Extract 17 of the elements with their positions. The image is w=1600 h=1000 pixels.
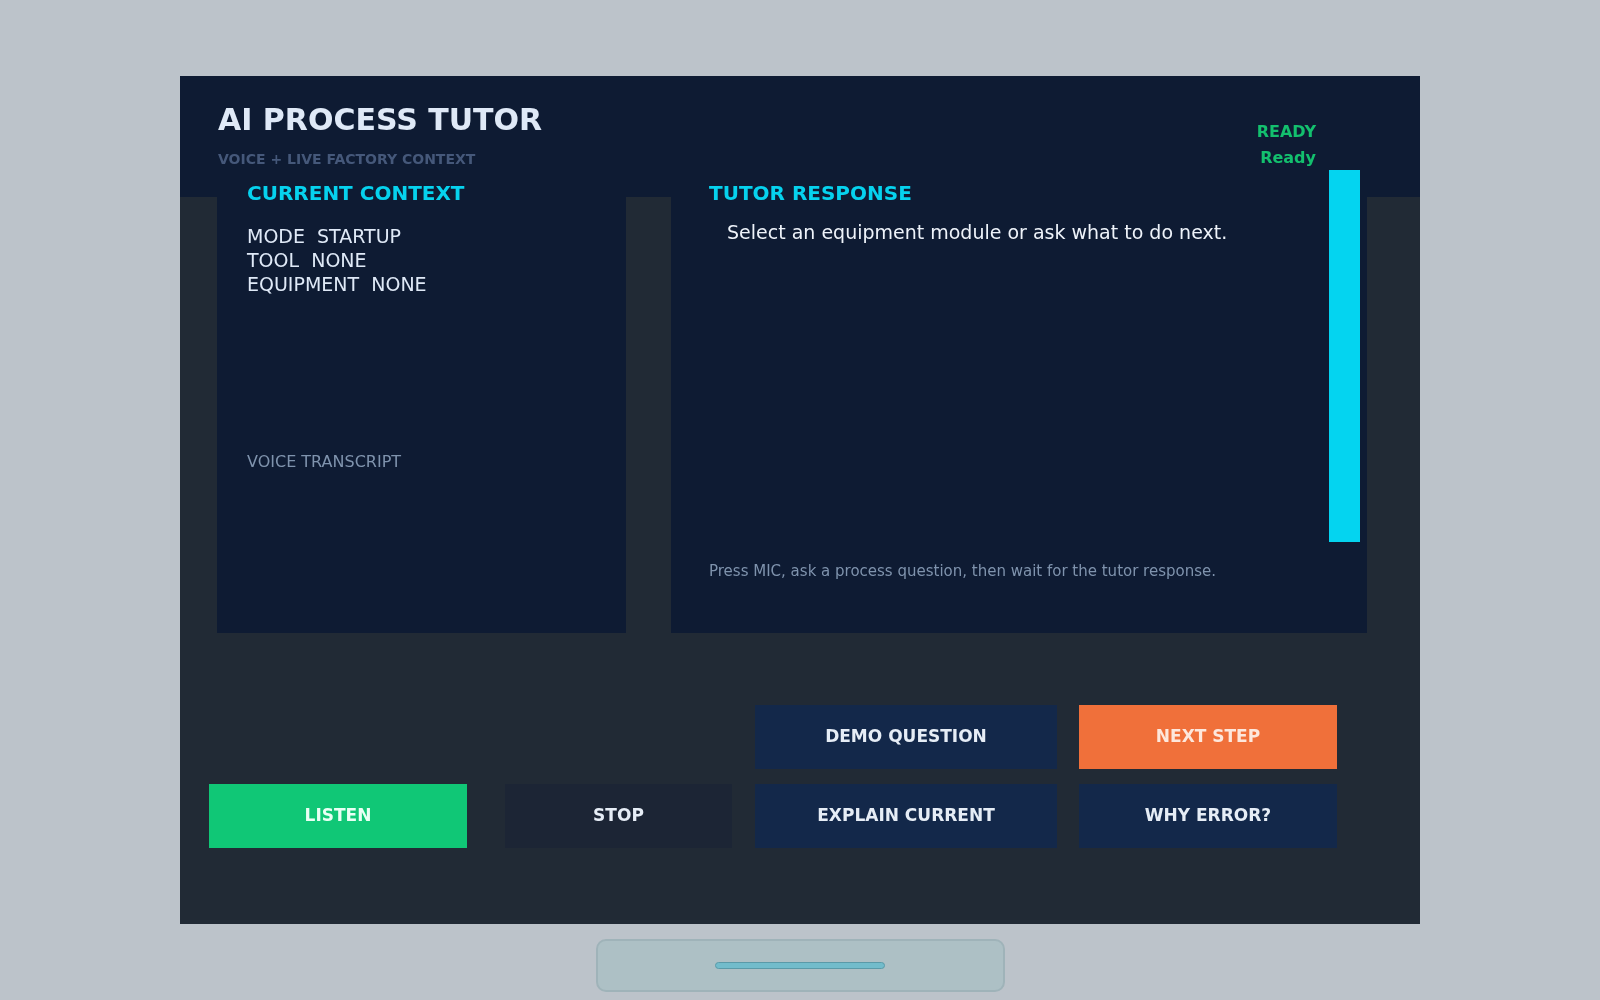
status-detail: Ready [1260, 148, 1316, 168]
hint-text: Press MIC, ask a process question, then wait for the tutor response. [709, 561, 1218, 581]
action-button[interactable]: EXPLAIN CURRENT [755, 784, 1057, 848]
context-line: EQUIPMENT NONE [247, 272, 428, 296]
status-label: READY [1256, 122, 1316, 142]
context-line: MODE STARTUP [247, 224, 403, 248]
context-title: CURRENT CONTEXT [247, 180, 466, 206]
slot-icon [715, 962, 885, 969]
action-button[interactable]: STOP [505, 784, 732, 848]
app-subtitle: VOICE + LIVE FACTORY CONTEXT [218, 150, 477, 168]
app-title: AI PROCESS TUTOR [218, 102, 543, 138]
context-line: TOOL NONE [247, 248, 368, 272]
action-button[interactable]: DEMO QUESTION [755, 705, 1057, 769]
response-title: TUTOR RESPONSE [709, 180, 913, 206]
transcript-label: VOICE TRANSCRIPT [247, 452, 403, 472]
response-text: Select an equipment module or ask what to do next. [727, 220, 1229, 244]
action-button[interactable]: WHY ERROR? [1079, 784, 1337, 848]
